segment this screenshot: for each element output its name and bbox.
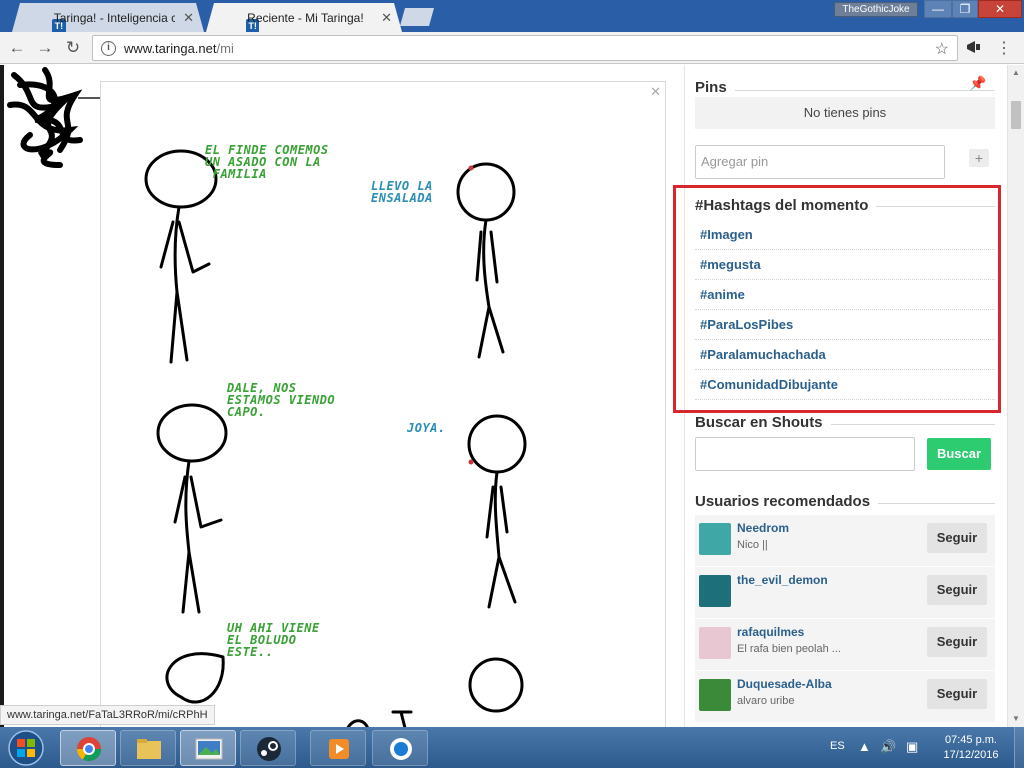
tab-label: Taringa! - Inteligencia co [53,10,176,25]
profile-name[interactable]: TheGothicJoke [834,2,918,17]
chrome-taskbar-button[interactable] [60,730,116,766]
menu-icon[interactable]: ⋮ [996,38,1012,58]
uplay-taskbar-button[interactable] [372,730,428,766]
user-name-link[interactable]: Duquesade-Alba [737,677,832,691]
uplay-icon [390,738,412,760]
url-path: /mi [216,40,234,56]
maximize-button[interactable]: ❐ [952,0,978,18]
pins-heading: Pins [695,79,735,96]
user-name-link[interactable]: Needrom [737,521,789,535]
follow-button[interactable]: Seguir [927,523,987,553]
shouts-heading: Buscar en Shouts [695,414,831,431]
add-pin-button[interactable]: + [969,149,989,167]
scroll-up-icon[interactable]: ▲ [1008,65,1024,81]
status-bar-url: www.taringa.net/FaTaL3RRoR/mi/cRPhH [0,705,215,725]
language-indicator[interactable]: ES [830,740,845,752]
megaphone-icon [967,41,980,53]
tab-strip: T! Taringa! - Inteligencia co ✕ T! Recie… [0,0,1024,32]
hashtag-link[interactable]: #ParaLosPibes [695,310,995,340]
hashtag-link[interactable]: #ComunidadDibujante [695,370,995,400]
tab-reciente-mi-taringa[interactable]: T! Reciente - Mi Taringa! ✕ [206,3,402,32]
recommended-users-list: Needrom Nico || Seguir the_evil_demon Se… [695,515,995,723]
follow-button[interactable]: Seguir [927,627,987,657]
windows-taskbar: ES ▲ 🔊 ▣ 07:45 p.m. 17/12/2016 [0,727,1024,768]
tab-taringa-inteligencia[interactable]: T! Taringa! - Inteligencia co ✕ [12,3,204,32]
hashtag-link[interactable]: #Imagen [695,220,995,250]
avatar[interactable] [699,679,731,711]
divider [695,90,995,91]
caption-panel-1-right: LLEVO LA ENSALADA [371,179,433,205]
users-heading: Usuarios recomendados [695,493,879,510]
close-window-button[interactable]: ✕ [978,0,1022,18]
media-player-taskbar-button[interactable] [310,730,366,766]
right-sidebar: Pins 📌 No tienes pins Agregar pin + #Has… [673,65,1006,727]
tab-close-icon[interactable]: ✕ [183,10,194,26]
address-bar[interactable]: i www.taringa.net/mi ☆ [92,35,958,61]
pins-empty-message: No tienes pins [695,97,995,129]
user-name-link[interactable]: rafaquilmes [737,625,804,639]
tab-close-icon[interactable]: ✕ [381,10,392,26]
image-viewer-icon [195,738,223,760]
steam-icon [257,737,281,761]
caption-panel-3-left: UH AHI VIENE EL BOLUDO ESTE.. [227,621,320,659]
hashtag-link[interactable]: #anime [695,280,995,310]
comic-post: ✕ EL FINDE COMEMOS UN ASADO CON LA FAMIL… [100,81,666,727]
caption-panel-2-right: JOYA. [407,421,446,435]
user-bio: alvaro uribe [737,695,795,707]
hashtag-link[interactable]: #megusta [695,250,995,280]
page-viewport: ✕ EL FINDE COMEMOS UN ASADO CON LA FAMIL… [0,65,1024,727]
caption-panel-1-left: EL FINDE COMEMOS UN ASADO CON LA FAMILIA [205,143,329,181]
scroll-down-icon[interactable]: ▼ [1008,711,1024,727]
pushpin-icon: 📌 [969,75,987,91]
show-hidden-icons-icon[interactable]: ▲ [858,739,871,754]
clock-time[interactable]: 07:45 p.m. [934,734,1008,746]
user-row: the_evil_demon Seguir [695,567,995,619]
user-name-link[interactable]: the_evil_demon [737,573,828,587]
avatar[interactable] [699,627,731,659]
folder-icon [137,739,161,759]
network-icon[interactable]: ▣ [906,739,918,755]
user-bio: El rafa bien peolah ... [737,643,841,655]
media-player-icon [329,739,349,759]
url-host: www.taringa.net [124,40,217,56]
new-tab-button[interactable] [400,8,434,26]
scroll-thumb[interactable] [1011,101,1021,129]
explorer-taskbar-button[interactable] [120,730,176,766]
chrome-icon [77,737,101,762]
hashtag-link[interactable]: #Paralamuchachada [695,340,995,370]
show-desktop-button[interactable] [1014,727,1024,768]
browser-toolbar: ← → ↻ i www.taringa.net/mi ☆ ⋮ [0,32,1024,64]
follow-button[interactable]: Seguir [927,575,987,605]
user-row: rafaquilmes El rafa bien peolah ... Segu… [695,619,995,671]
minimize-button[interactable]: — [924,0,952,18]
windows-start-icon[interactable] [4,728,50,768]
hashtag-list: #Imagen #megusta #anime #ParaLosPibes #P… [695,220,995,400]
avatar[interactable] [699,575,731,607]
follow-button[interactable]: Seguir [927,679,987,709]
shouts-search-input[interactable] [695,437,915,471]
user-row: Needrom Nico || Seguir [695,515,995,567]
caption-panel-2-left: DALE, NOS ESTAMOS VIENDO CAPO. [227,381,336,419]
search-button[interactable]: Buscar [927,438,991,470]
info-icon[interactable]: i [101,40,116,56]
photos-taskbar-button[interactable] [180,730,236,766]
volume-icon[interactable]: 🔊 [880,739,896,755]
extension-icon[interactable] [964,38,984,58]
clock-date[interactable]: 17/12/2016 [934,749,1008,761]
bookmark-star-icon[interactable]: ☆ [935,39,949,59]
avatar[interactable] [699,523,731,555]
add-pin-input[interactable]: Agregar pin [695,145,945,179]
hashtags-heading: #Hashtags del momento [695,197,877,214]
user-bio: Nico || [737,539,768,551]
reload-icon[interactable]: ↻ [62,37,84,59]
steam-taskbar-button[interactable] [240,730,296,766]
back-arrow-icon[interactable]: ← [6,37,28,59]
forward-arrow-icon[interactable]: → [34,37,56,59]
user-row: Duquesade-Alba alvaro uribe Seguir [695,671,995,723]
vertical-scrollbar[interactable]: ▲ ▼ [1007,65,1024,727]
tab-label: Reciente - Mi Taringa! [247,10,364,25]
